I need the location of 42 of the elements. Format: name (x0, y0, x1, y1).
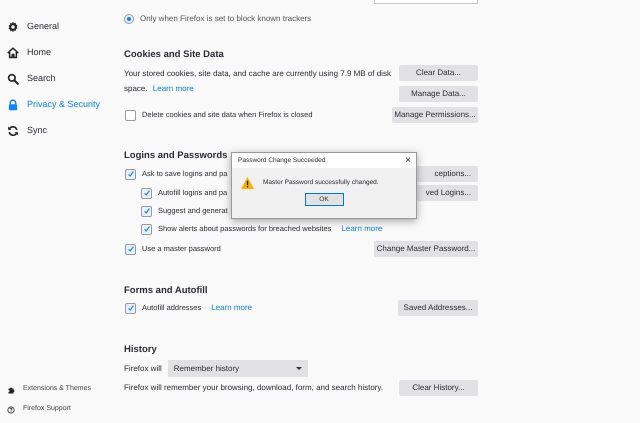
checkbox[interactable] (125, 168, 136, 180)
checkbox[interactable] (141, 206, 152, 216)
button[interactable]: Change Master Password... (374, 241, 478, 257)
button[interactable]: ved Logins... (416, 185, 478, 201)
learn-more-link[interactable]: Learn more (152, 84, 194, 93)
button[interactable]: Manage Data... (399, 86, 478, 102)
learn-more-link[interactable]: Learn more (341, 223, 382, 235)
history-dropdown[interactable]: Remember history (168, 360, 308, 377)
radio-button[interactable] (124, 14, 134, 24)
checkbox[interactable] (141, 224, 152, 234)
button[interactable]: Manage Permissions... (392, 107, 478, 123)
gear-icon (7, 21, 19, 33)
checkbox[interactable] (125, 110, 136, 120)
search-icon (7, 73, 19, 85)
section-heading: Cookies and Site Data (124, 48, 224, 62)
close-button[interactable]: × (405, 156, 411, 166)
description: Firefox will remember your browsing, download, form, and search history. (124, 382, 384, 394)
sync-icon (7, 125, 19, 137)
radio-label: Only when Firefox is set to block known trackers (140, 13, 312, 25)
help-icon (7, 406, 15, 414)
description: Your stored cookies, site data, and cache are currently using 7.9 MB of disk space. Learn more (124, 68, 392, 95)
button[interactable]: Saved Addresses... (398, 300, 478, 316)
section-heading: Forms and Autofill (124, 284, 208, 298)
sidebar-item[interactable]: Sync (0, 121, 110, 141)
button[interactable]: ceptions... (416, 166, 478, 182)
sidebar-item[interactable]: Search (0, 69, 110, 89)
sidebar-item[interactable]: General (0, 17, 110, 37)
warning-icon (240, 176, 255, 190)
sidebar-item[interactable]: Home (0, 43, 110, 63)
home-icon (7, 47, 19, 59)
button[interactable]: Clear Data... (399, 65, 478, 81)
checkbox[interactable] (125, 244, 136, 254)
sidebar-item[interactable]: Privacy & Security (0, 95, 110, 115)
checkbox[interactable] (125, 302, 136, 314)
checkbox[interactable] (141, 188, 152, 198)
button[interactable]: Clear History... (399, 380, 478, 396)
caret-icon (296, 367, 302, 370)
puzzle-icon (7, 386, 15, 394)
section-heading: History (124, 343, 157, 357)
field-label: Firefox will (124, 362, 162, 374)
lock-icon (7, 99, 19, 111)
section-heading: Logins and Passwords (124, 149, 228, 163)
